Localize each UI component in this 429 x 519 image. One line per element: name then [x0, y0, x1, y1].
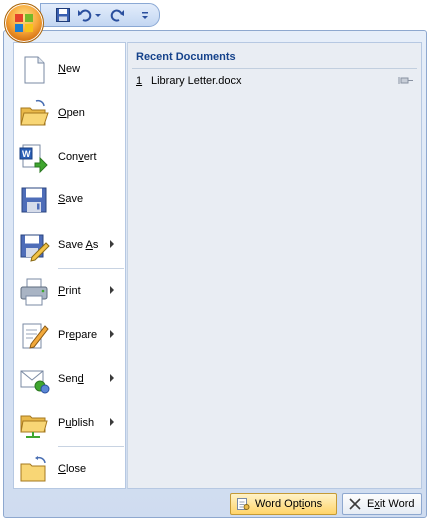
menu-item-save-as[interactable]: Save As [14, 226, 125, 266]
menu-item-close[interactable]: Close [14, 450, 125, 490]
customize-toolbar-icon[interactable] [140, 7, 150, 23]
menu-item-convert[interactable]: W Convert [14, 138, 125, 178]
printer-icon [20, 278, 48, 306]
office-button[interactable] [4, 3, 44, 43]
menu-item-label: Open [58, 107, 85, 119]
pin-icon[interactable] [398, 75, 414, 87]
publish-icon [20, 415, 48, 438]
menu-item-print[interactable]: Print [14, 272, 125, 312]
exit-icon [349, 498, 361, 510]
menu-item-label: Save [58, 193, 84, 205]
submenu-arrow-icon [110, 286, 114, 294]
menu-item-label: Prepare [58, 329, 98, 341]
exit-word-button[interactable]: Exit Word [342, 493, 422, 515]
recent-document-name: Library Letter.docx [151, 75, 242, 87]
office-menu: New Open W Convert Save Save As Print Pr… [3, 30, 427, 518]
submenu-arrow-icon [110, 374, 114, 382]
exit-word-label: Exit Word [367, 498, 415, 510]
menu-item-label: Save As [58, 239, 99, 251]
menu-item-publish[interactable]: Publish [14, 404, 125, 444]
recent-documents-title: Recent Documents [136, 51, 236, 63]
save-icon[interactable] [55, 7, 71, 23]
options-icon [237, 498, 250, 510]
undo-dropdown-icon[interactable] [94, 7, 102, 23]
submenu-arrow-icon [110, 330, 114, 338]
menu-item-label: Print [58, 285, 81, 297]
svg-text:W: W [22, 149, 31, 159]
menu-item-send[interactable]: Send [14, 360, 125, 400]
submenu-arrow-icon [110, 418, 114, 426]
menu-item-new[interactable]: New [14, 50, 125, 90]
recent-document-item[interactable]: 1 Library Letter.docx [136, 75, 416, 91]
menu-commands: New Open W Convert Save Save As Print Pr… [13, 42, 126, 489]
menu-separator [58, 268, 124, 269]
menu-item-save[interactable]: Save [14, 180, 125, 220]
office-logo-icon [15, 14, 33, 32]
convert-icon: W [19, 144, 48, 174]
recent-separator [132, 68, 417, 69]
save-as-icon [20, 234, 50, 262]
title-bar [0, 0, 429, 43]
send-icon [20, 370, 50, 394]
quick-access-toolbar [40, 3, 160, 27]
close-folder-icon [20, 456, 46, 482]
menu-item-label: Close [58, 463, 87, 475]
word-options-label: Word Options [255, 498, 323, 510]
menu-item-label: New [58, 63, 81, 75]
menu-item-label: Convert [58, 151, 97, 163]
menu-item-open[interactable]: Open [14, 94, 125, 134]
undo-icon[interactable] [77, 7, 93, 23]
menu-item-label: Publish [58, 417, 95, 429]
open-folder-icon [20, 99, 49, 126]
redo-icon[interactable] [109, 7, 125, 23]
submenu-arrow-icon [110, 240, 114, 248]
prepare-icon [22, 323, 49, 349]
menu-item-label: Send [58, 373, 84, 385]
recent-document-number: 1 [136, 75, 143, 87]
menu-item-prepare[interactable]: Prepare [14, 316, 125, 356]
new-document-icon [24, 56, 45, 84]
menu-separator [58, 446, 124, 447]
word-options-button[interactable]: Word Options [230, 493, 337, 515]
save-disk-icon [21, 187, 47, 213]
recent-documents-panel: Recent Documents 1 Library Letter.docx [127, 42, 422, 489]
